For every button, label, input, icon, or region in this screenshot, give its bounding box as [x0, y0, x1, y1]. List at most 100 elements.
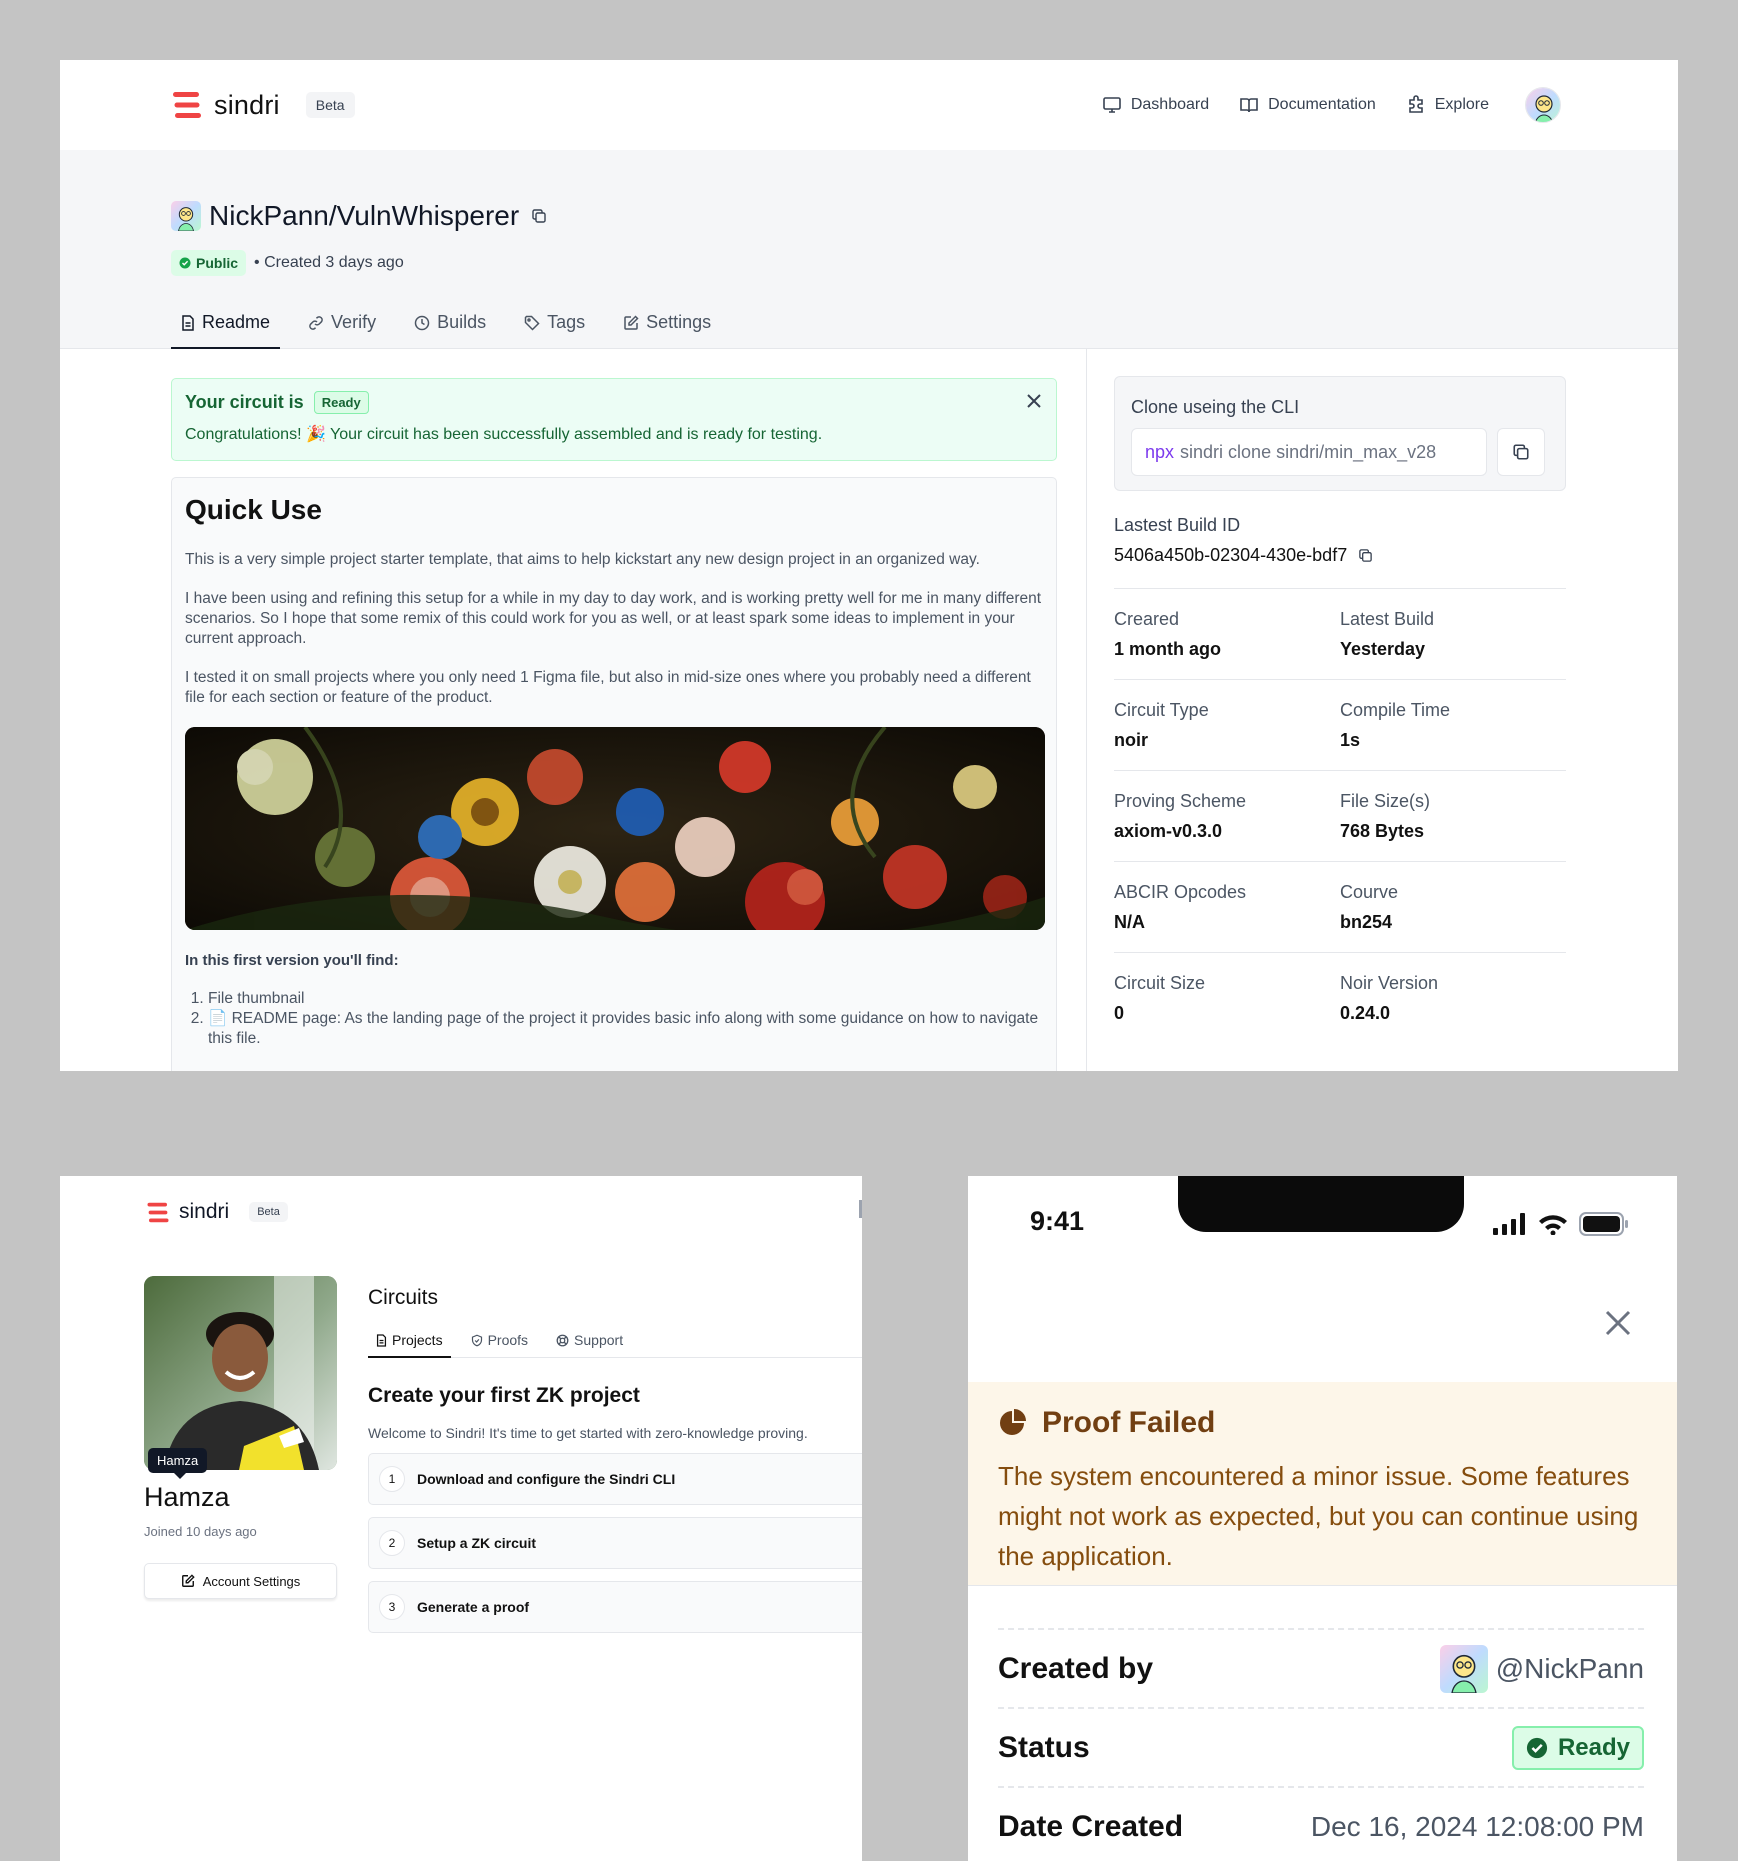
copy-icon[interactable] — [1358, 548, 1373, 563]
tab-verify[interactable]: Verify — [298, 312, 386, 349]
sindri-logo-icon — [173, 92, 201, 118]
brand[interactable]: sindri — [171, 90, 280, 121]
check-circle-icon — [179, 257, 191, 269]
created-meta: • Created 3 days ago — [254, 254, 404, 271]
profile-photo — [144, 1276, 337, 1470]
edge-marker — [859, 1200, 862, 1218]
stat-value: 768 Bytes — [1340, 821, 1425, 841]
repo-page: sindri Beta Dashboard Documentation Expl… — [60, 60, 1678, 1071]
step-number: 3 — [379, 1594, 405, 1620]
account-settings-button[interactable]: Account Settings — [144, 1563, 337, 1599]
tab-proofs-label: Proofs — [487, 1332, 529, 1348]
creator-handle[interactable]: @NickPann — [1496, 1653, 1644, 1685]
circuits-tabs: Projects Proofs Support — [368, 1332, 862, 1358]
alert-title: Your circuit is — [185, 392, 304, 412]
tab-readme-label: Readme — [202, 312, 271, 332]
tag-icon — [524, 315, 540, 331]
build-id-value: 5406a450b-02304-430e-bdf7 — [1114, 545, 1348, 565]
proof-failed-alert: Proof Failed The system encountered a mi… — [968, 1382, 1677, 1586]
stat-row: ABCIR Opcodes N/A Courve bn254 — [1114, 862, 1566, 953]
copy-clone-button[interactable] — [1497, 428, 1545, 476]
detail-label: Date Created — [998, 1809, 1184, 1843]
stat-label: Creared — [1114, 609, 1180, 629]
stat-label: Latest Build — [1340, 609, 1435, 629]
column-divider — [1086, 349, 1087, 1071]
profile-screen-frame: sindri Beta Hamza Hamza Joined 10 days a… — [0, 1116, 862, 1861]
detail-created-by: Created by @NickPann — [998, 1628, 1644, 1707]
nav-documentation[interactable]: Documentation — [1239, 95, 1376, 115]
tab-proofs[interactable]: Proofs — [463, 1332, 536, 1358]
stat-row: Circuit Type noir Compile Time 1s — [1114, 680, 1566, 771]
sindri-logo-icon[interactable] — [146, 1201, 170, 1224]
alert-message: Congratulations! 🎉 Your circuit has been… — [185, 426, 823, 443]
stat-label: Circuit Type — [1114, 700, 1209, 720]
step-generate-proof[interactable]: 3 Generate a proof — [368, 1581, 862, 1633]
monitor-icon — [1103, 97, 1121, 113]
stat-label: Courve — [1340, 882, 1399, 902]
detail-date-created: Date Created Dec 16, 2024 12:08:00 PM — [998, 1786, 1644, 1861]
tab-projects-label: Projects — [392, 1332, 443, 1348]
list-item: 📄 README page: As the landing page of th… — [208, 1009, 1043, 1049]
section-heading: Create your first ZK project — [368, 1384, 640, 1407]
readme-banner-image — [185, 727, 1045, 930]
stat-value: 1s — [1340, 730, 1361, 750]
clone-card: Clone useing the CLI npx sindri clone si… — [1114, 376, 1566, 491]
step-number: 1 — [379, 1466, 405, 1492]
proof-details: Created by @NickPann Status Ready Date C… — [998, 1628, 1644, 1861]
tab-settings-label: Settings — [646, 312, 712, 332]
step-label: Download and configure the Sindri CLI — [417, 1471, 676, 1487]
signal-icon — [1493, 1213, 1525, 1235]
step-download-cli[interactable]: 1 Download and configure the Sindri CLI — [368, 1453, 862, 1505]
link-icon — [309, 315, 323, 330]
nav-documentation-label: Documentation — [1268, 96, 1376, 113]
lifebuoy-icon — [556, 1334, 569, 1346]
alert-title: Proof Failed — [1042, 1406, 1216, 1439]
user-avatar[interactable] — [1525, 87, 1561, 123]
clone-command-field[interactable]: npx sindri clone sindri/min_max_v28 — [1131, 428, 1487, 476]
mobile-screen-frame: 9:41 Proof Failed The system encountered… — [912, 1116, 1738, 1861]
circuits-section: Circuits Projects Proofs Support Create … — [368, 1286, 862, 1633]
stat-value: 0.24.0 — [1340, 1003, 1391, 1023]
detail-label: Created by — [998, 1651, 1154, 1685]
book-icon — [1240, 98, 1258, 113]
clone-prefix: npx — [1145, 441, 1175, 462]
tab-builds[interactable]: Builds — [404, 312, 496, 349]
readme-paragraph: I tested it on small projects where you … — [185, 669, 1031, 706]
stat-label: ABCIR Opcodes — [1114, 882, 1247, 902]
tab-projects[interactable]: Projects — [368, 1332, 451, 1358]
status-badge: Ready — [1511, 1725, 1644, 1770]
close-icon[interactable] — [1026, 393, 1042, 409]
check-circle-icon — [1526, 1737, 1548, 1758]
repo-tabs: Readme Verify Builds Tags Settings — [171, 312, 739, 349]
nav-explore[interactable]: Explore — [1406, 95, 1489, 115]
readme-subheading: In this first version you'll find: — [185, 952, 399, 969]
readme-list: File thumbnail 📄 README page: As the lan… — [185, 989, 1043, 1049]
detail-label: Status — [998, 1730, 1090, 1764]
main-nav: Dashboard Documentation Explore — [1072, 87, 1561, 123]
alert-message: The system encountered a minor issue. So… — [998, 1461, 1639, 1571]
account-settings-label: Account Settings — [202, 1573, 301, 1589]
document-icon — [376, 1333, 387, 1347]
repo-title: NickPann/VulnWhisperer — [209, 200, 520, 231]
readme-paragraph: I have been using and refining this setu… — [185, 590, 1042, 647]
stat-value: 1 month ago — [1114, 639, 1221, 659]
step-label: Setup a ZK circuit — [417, 1535, 537, 1551]
tab-verify-label: Verify — [331, 312, 377, 332]
readme-content: Quick Use This is a very simple project … — [171, 477, 1057, 1071]
tab-support[interactable]: Support — [548, 1332, 631, 1358]
close-icon[interactable] — [1605, 1310, 1631, 1336]
copy-icon[interactable] — [531, 208, 547, 224]
step-label: Generate a proof — [417, 1599, 530, 1615]
circuits-title: Circuits — [368, 1286, 439, 1309]
beta-badge: Beta — [305, 92, 355, 118]
tab-settings[interactable]: Settings — [613, 312, 721, 349]
tab-tags[interactable]: Tags — [514, 312, 595, 349]
stat-value: N/A — [1114, 912, 1145, 932]
stat-label: Compile Time — [1340, 700, 1451, 720]
nav-dashboard[interactable]: Dashboard — [1102, 95, 1209, 115]
stat-row: Circuit Size 0 Noir Version 0.24.0 — [1114, 953, 1566, 1043]
tab-readme[interactable]: Readme — [171, 312, 281, 349]
brand-name: sindri — [214, 89, 280, 120]
stat-row: Proving Scheme axiom-v0.3.0 File Size(s) 7… — [1114, 771, 1566, 862]
step-setup-circuit[interactable]: 2 Setup a ZK circuit — [368, 1517, 862, 1569]
